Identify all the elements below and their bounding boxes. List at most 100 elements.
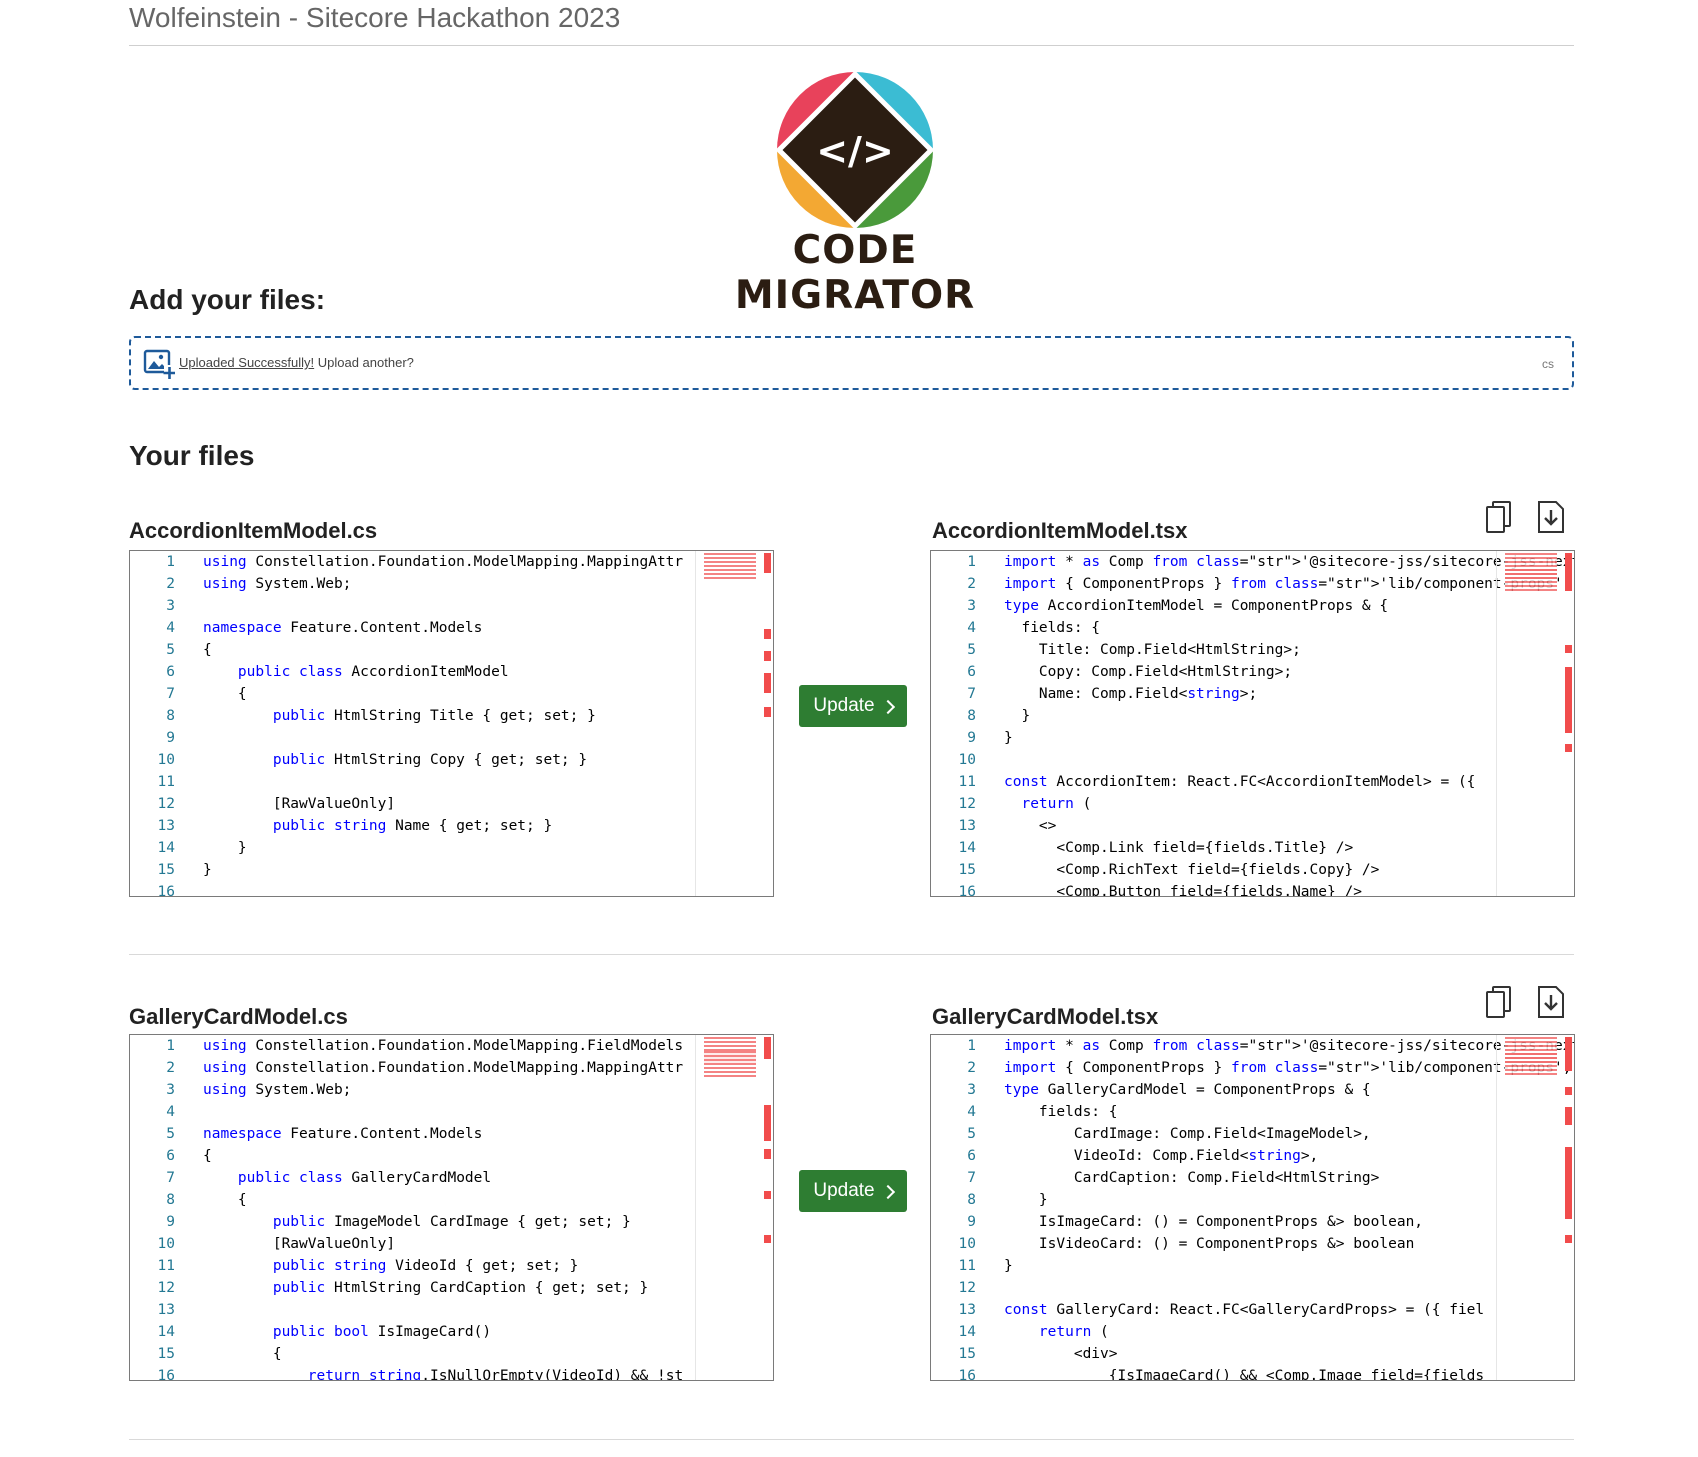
update-button[interactable]: Update (799, 1170, 907, 1212)
code-text: import * as Comp from class="str">'@site… (1004, 1038, 1575, 1054)
code-line: 10 IsVideoCard: () = ComponentProps &> b… (931, 1233, 1574, 1255)
editor-minimap[interactable] (1496, 1035, 1574, 1380)
code-text: <Comp.Button field={fields.Name} /> (1004, 884, 1362, 897)
line-number: 2 (967, 576, 976, 592)
editor-minimap[interactable] (695, 1035, 773, 1380)
file-upload-dropzone[interactable]: Uploaded Successfully! Upload another? c… (129, 336, 1574, 390)
line-number: 1 (166, 554, 175, 570)
code-text: import { ComponentProps } from class="st… (1004, 576, 1572, 592)
chevron-right-icon (880, 699, 895, 714)
source-code-editor[interactable]: 16 15} 14 } 13 public string Name { get; se… (129, 550, 774, 897)
page-header-title: Wolfeinstein - Sitecore Hackathon 2023 (129, 2, 621, 33)
code-line: 16 {IsImageCard() && <Comp.Image field={… (931, 1365, 1574, 1381)
code-text: public class AccordionItemModel (237, 664, 509, 680)
line-number: 5 (166, 1126, 175, 1142)
code-text: Name: Comp.Field<string>; (1004, 686, 1258, 702)
line-number: 3 (967, 1082, 976, 1098)
line-number: 7 (166, 1170, 175, 1186)
code-text: public HtmlString Copy { get; set; } (272, 752, 588, 768)
code-text: using System.Web; (203, 576, 352, 592)
code-text: const AccordionItem: React.FC<AccordionI… (1004, 774, 1485, 790)
editor-minimap[interactable] (1496, 551, 1574, 896)
upload-success-link[interactable]: Uploaded Successfully! (179, 355, 314, 370)
logo-text: CODE MIGRATOR (734, 228, 976, 318)
code-line: 6{ (130, 1145, 773, 1167)
line-number: 9 (166, 1214, 175, 1230)
line-number: 12 (157, 1280, 175, 1296)
download-icon[interactable] (1536, 500, 1566, 534)
line-number: 15 (157, 1346, 175, 1362)
code-line: 11} (931, 1255, 1574, 1277)
code-line: 2 import { ComponentProps } from class="s… (931, 573, 1574, 595)
code-line: 11 const AccordionItem: React.FC<Accordio… (931, 771, 1574, 793)
code-line: 6 VideoId: Comp.Field<string>, (931, 1145, 1574, 1167)
code-text: } (1004, 1258, 1013, 1274)
code-line: 3 type GalleryCardModel = ComponentProps … (931, 1079, 1574, 1101)
editor-minimap[interactable] (695, 551, 773, 896)
line-number: 10 (157, 752, 175, 768)
line-number: 4 (967, 620, 976, 636)
upload-status: Uploaded Successfully! Upload another? (179, 355, 414, 370)
code-line: 14 } (130, 837, 773, 859)
code-text: <div> (1004, 1346, 1118, 1362)
code-text: {IsImageCard() && <Comp.Image field={fie… (1004, 1368, 1485, 1381)
code-line: 14 public bool IsImageCard() (130, 1321, 773, 1343)
code-text: using Constellation.Foundation.ModelMapp… (203, 554, 684, 570)
line-number: 12 (958, 1280, 976, 1296)
code-line: 11 (130, 771, 773, 793)
code-text: [RawValueOnly] (203, 1236, 396, 1252)
target-code-editor[interactable]: 16 {IsImageCard() && <Comp.Image field={… (930, 1034, 1575, 1381)
copy-icon[interactable] (1484, 500, 1514, 534)
code-line: 9} (931, 727, 1574, 749)
line-number: 5 (166, 642, 175, 658)
line-number: 15 (958, 1346, 976, 1362)
code-text: [RawValueOnly] (203, 796, 396, 812)
line-number: 11 (958, 774, 976, 790)
line-number: 2 (967, 1060, 976, 1076)
code-line: 16 <Comp.Button field={fields.Name} /> (931, 881, 1574, 897)
line-number: 4 (166, 1104, 175, 1120)
code-line: 12 public HtmlString CardCaption { get; … (130, 1277, 773, 1299)
logo-glyph: </> (816, 129, 894, 173)
line-number: 9 (967, 1214, 976, 1230)
update-label: Update (813, 1180, 875, 1201)
source-code-editor[interactable]: 16 return string.IsNullOrEmpty(VideoId) … (129, 1034, 774, 1381)
line-number: 1 (166, 1038, 175, 1054)
code-line: 13 const GalleryCard: React.FC<GalleryCar… (931, 1299, 1574, 1321)
line-number: 2 (166, 576, 175, 592)
line-number: 9 (967, 730, 976, 746)
line-number: 14 (958, 1324, 976, 1340)
image-upload-icon (143, 349, 175, 379)
code-line: 4 fields: { (931, 1101, 1574, 1123)
line-number: 12 (157, 796, 175, 812)
update-button[interactable]: Update (799, 685, 907, 727)
code-line: 9 (130, 727, 773, 749)
section-divider (129, 1439, 1574, 1440)
copy-icon[interactable] (1484, 985, 1514, 1019)
code-text: using Constellation.Foundation.ModelMapp… (203, 1060, 684, 1076)
line-number: 8 (166, 708, 175, 724)
download-icon[interactable] (1536, 985, 1566, 1019)
target-file-name: GalleryCardModel.tsx (932, 1004, 1159, 1029)
code-line: 16 (130, 881, 773, 896)
line-number: 13 (157, 818, 175, 834)
line-number: 5 (967, 642, 976, 658)
code-text: <Comp.RichText field={fields.Copy} /> (1004, 862, 1380, 878)
line-number: 5 (967, 1126, 976, 1142)
code-text: } (1004, 1192, 1048, 1208)
code-line: 2 using Constellation.Foundation.ModelMap… (130, 1057, 773, 1079)
line-number: 8 (967, 1192, 976, 1208)
line-number: 14 (157, 1324, 175, 1340)
code-line: 13 public string Name { get; set; } (130, 815, 773, 837)
line-number: 14 (958, 840, 976, 856)
code-text: VideoId: Comp.Field<string>, (1004, 1148, 1319, 1164)
line-number: 11 (157, 1258, 175, 1274)
code-line: 13 (130, 1299, 773, 1321)
code-text: namespace Feature.Content.Models (203, 1126, 483, 1142)
code-text: CardCaption: Comp.Field<HtmlString> (1004, 1170, 1380, 1186)
line-number: 8 (967, 708, 976, 724)
line-number: 13 (157, 1302, 175, 1318)
code-text: using Constellation.Foundation.ModelMapp… (203, 1038, 684, 1054)
target-code-editor[interactable]: 16 <Comp.Button field={fields.Name} /> 15… (930, 550, 1575, 897)
update-label: Update (813, 695, 875, 716)
